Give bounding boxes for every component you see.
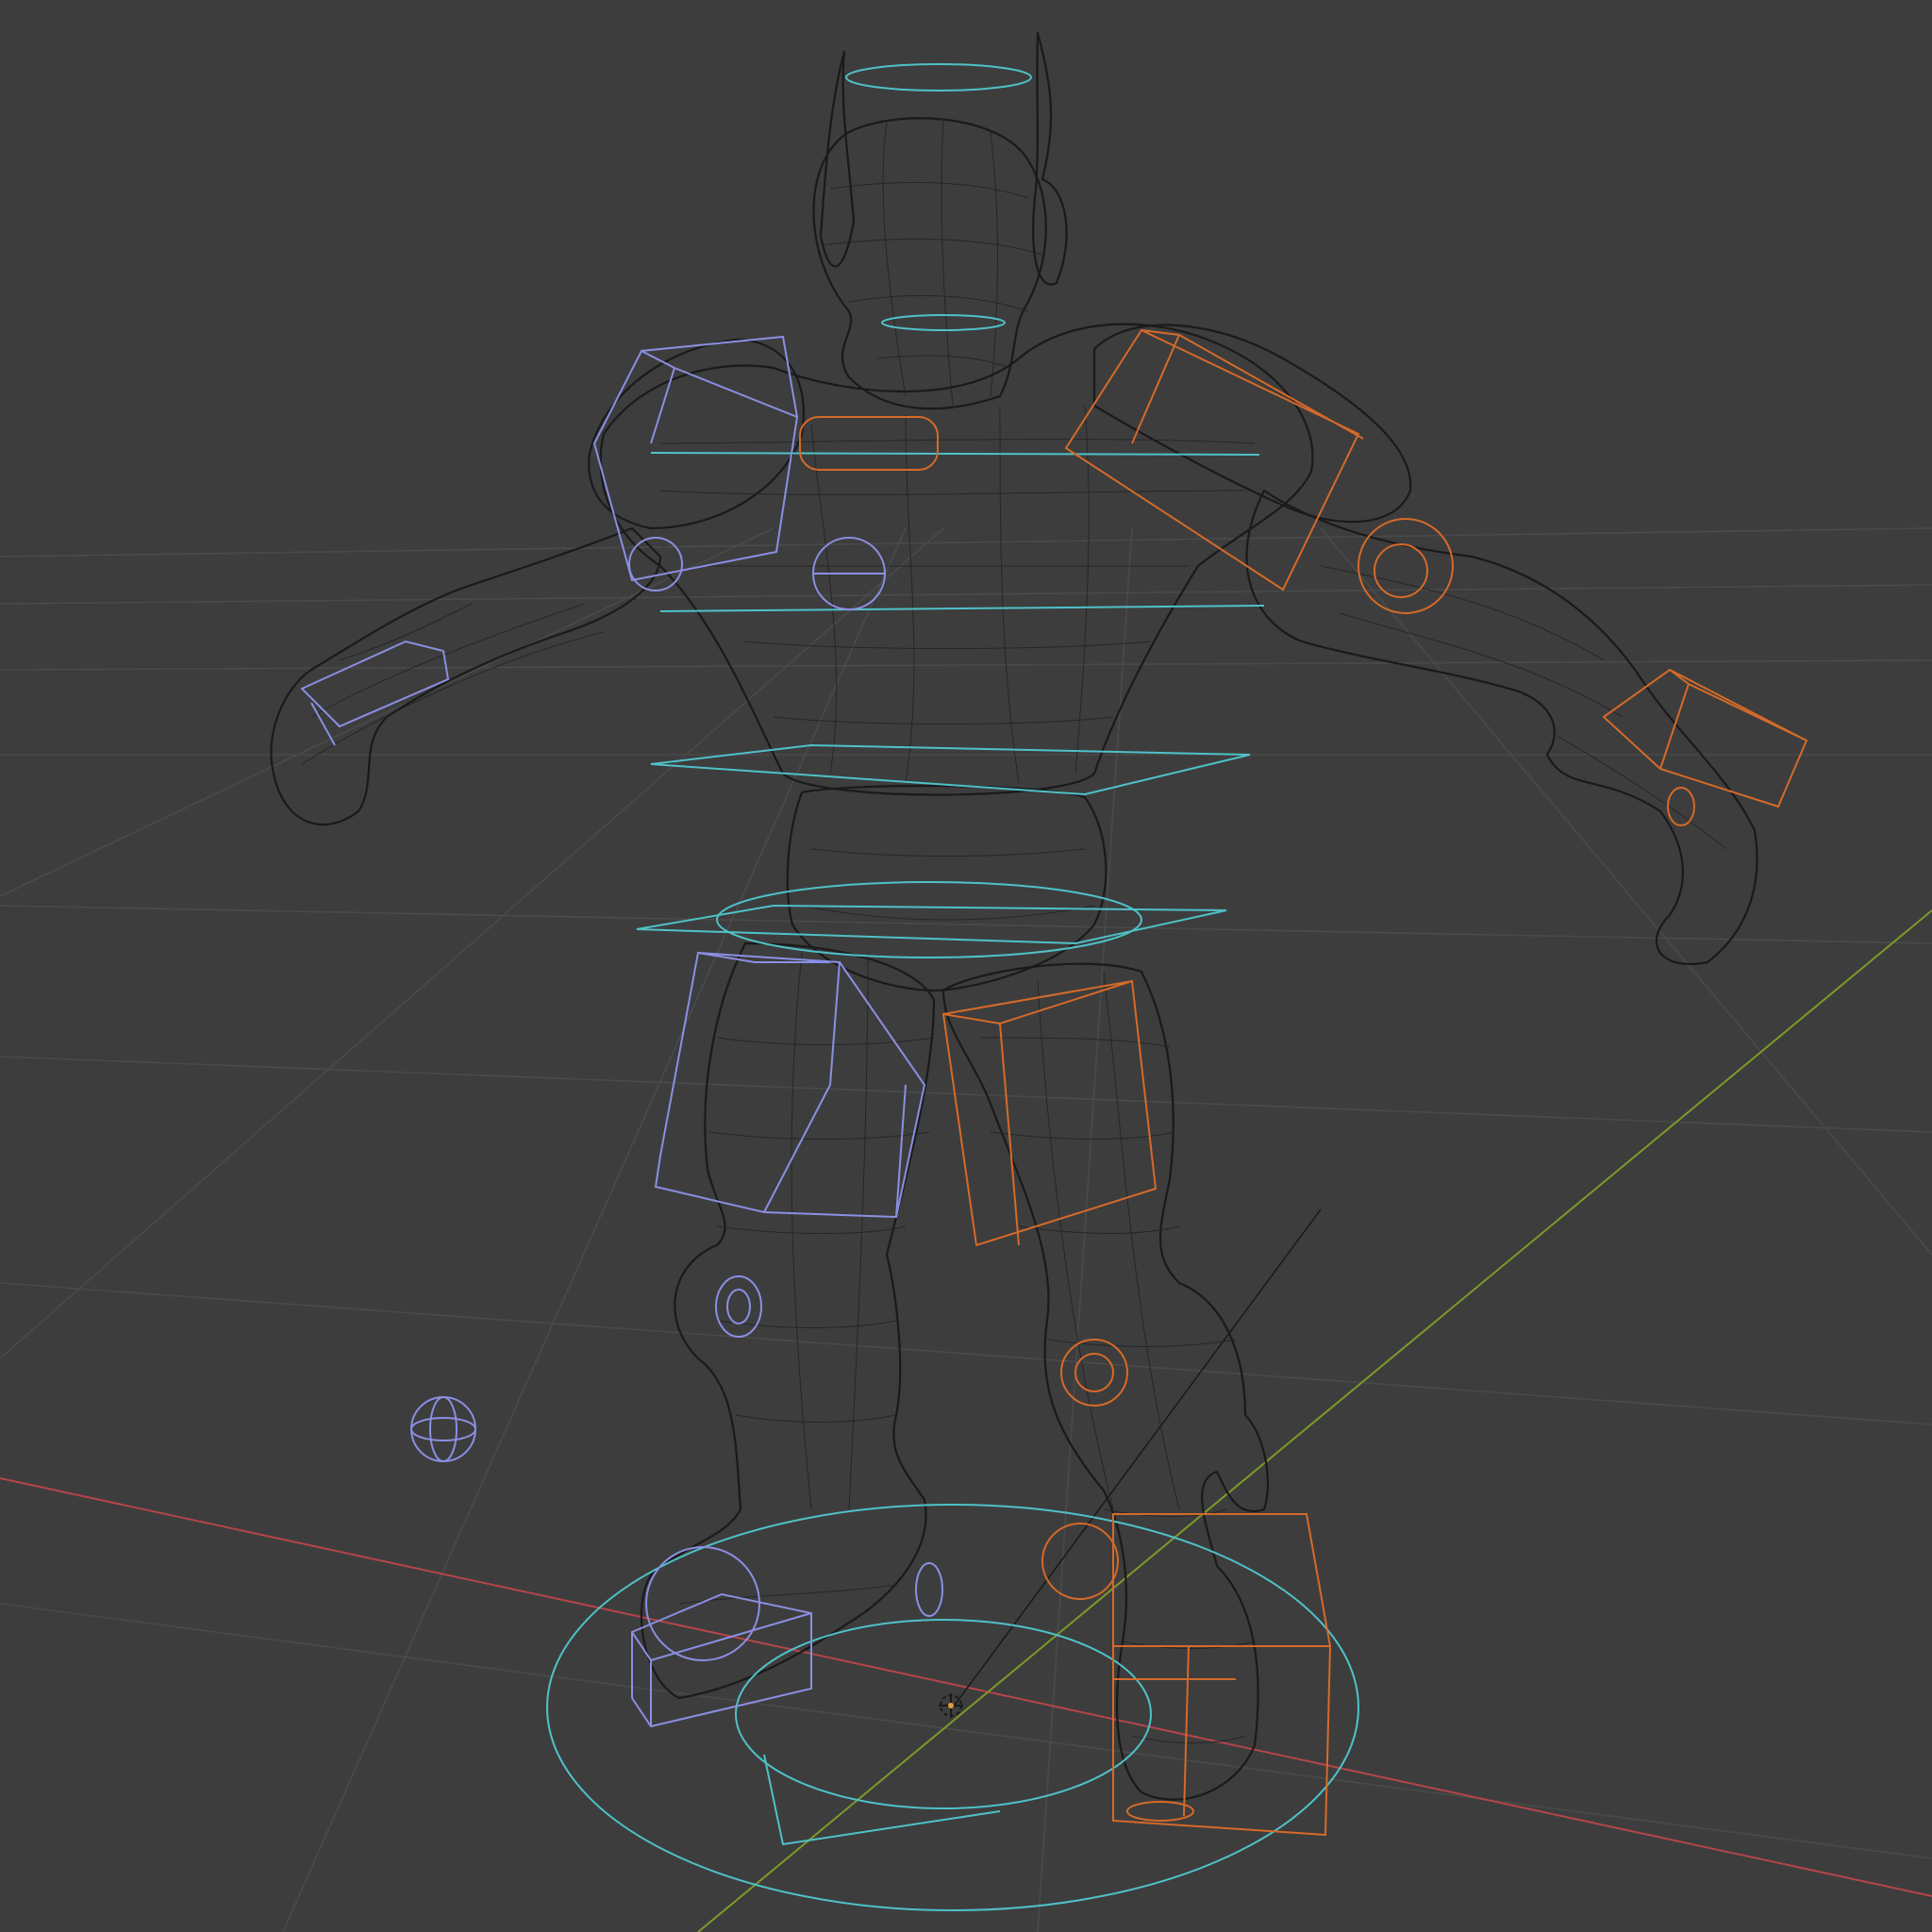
3d-viewport[interactable] (0, 0, 1932, 1932)
light-empty-icon[interactable] (410, 1396, 476, 1462)
pelvis-mesh (786, 784, 1108, 992)
head-top-control[interactable] (845, 63, 1032, 92)
right-elbow-control[interactable] (1357, 518, 1454, 614)
left-heel-control[interactable] (645, 1546, 760, 1661)
right-finger-control[interactable] (1667, 787, 1695, 826)
right-elbow-inner (1374, 543, 1428, 598)
left-shoulder-box[interactable] (592, 335, 799, 582)
left-knee-inner (726, 1289, 751, 1324)
right-shoulder-box[interactable] (1064, 328, 1364, 591)
chest-upper-control[interactable] (650, 452, 1260, 456)
root-arrow-control[interactable] (763, 1754, 1001, 1846)
left-leg-mesh (640, 941, 936, 1700)
light-empty-ring-v (429, 1396, 458, 1462)
left-foot-roll-control[interactable] (915, 1562, 943, 1617)
character-mesh[interactable] (270, 31, 1758, 1801)
y-axis-line (697, 909, 1932, 1932)
left-knee-control[interactable] (715, 1275, 762, 1338)
right-hand-box[interactable] (1602, 668, 1808, 808)
floor-grid (0, 527, 1932, 1932)
right-knee-inner (1074, 1353, 1114, 1392)
right-knee-control[interactable] (1060, 1339, 1128, 1407)
right-arm-mesh (1245, 489, 1758, 965)
3d-cursor-icon[interactable] (939, 1693, 963, 1718)
x-axis-line (0, 1477, 1932, 1897)
right-leg-mesh (941, 962, 1270, 1801)
right-side-controls[interactable] (799, 328, 1808, 1837)
left-elbow-control[interactable] (628, 537, 683, 591)
right-thigh-box[interactable] (941, 979, 1158, 1247)
light-empty-ring-h (410, 1417, 476, 1441)
center-controls[interactable] (546, 63, 1359, 1911)
neck-control[interactable] (881, 314, 1006, 331)
left-side-controls[interactable] (300, 335, 943, 1728)
right-antenna-mesh (1032, 31, 1068, 286)
center-chest-control[interactable] (799, 416, 939, 471)
